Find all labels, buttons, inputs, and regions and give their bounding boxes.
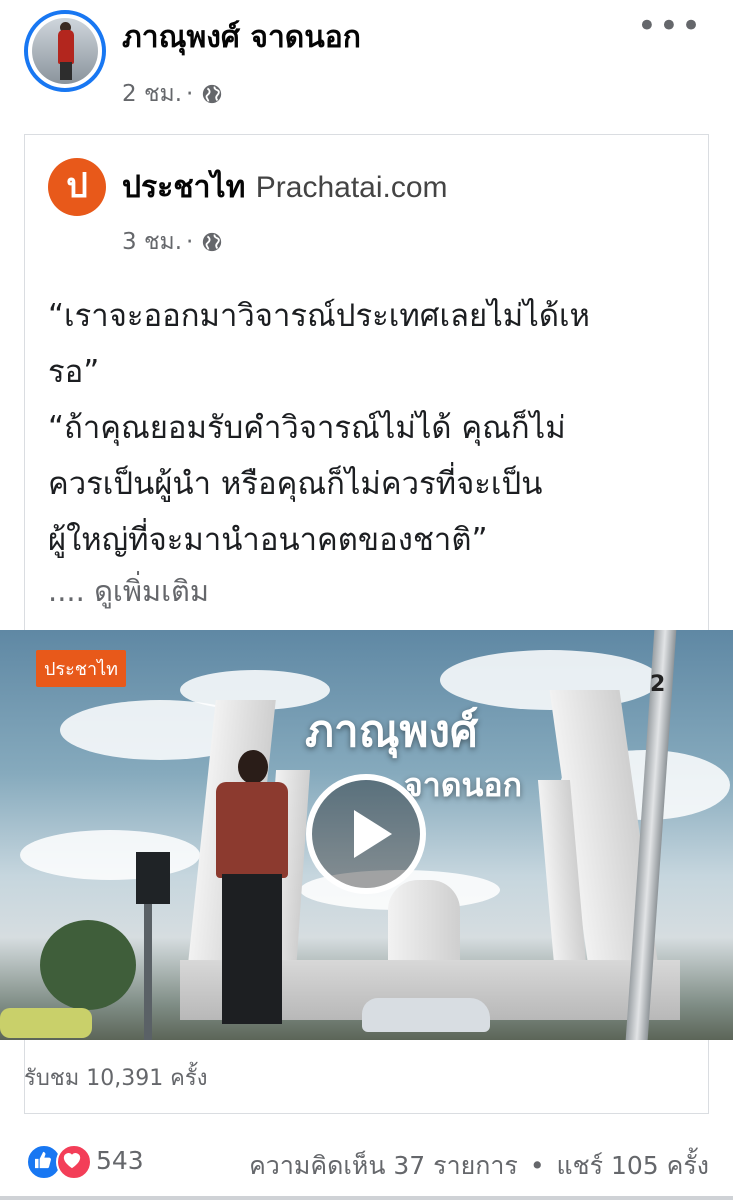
comment-count[interactable]: ความคิดเห็น 37 รายการ bbox=[249, 1151, 518, 1180]
reaction-count[interactable]: 543 bbox=[96, 1146, 144, 1175]
pole-number: 2 bbox=[650, 672, 666, 697]
globe-icon bbox=[203, 84, 222, 104]
reactions[interactable] bbox=[22, 1144, 96, 1180]
video-title: ภาณุพงศ์ bbox=[305, 706, 478, 757]
see-more-link[interactable]: .... ดูเพิ่มเติม bbox=[48, 568, 209, 614]
shared-time[interactable]: 3 ชม. bbox=[122, 224, 182, 260]
post-meta: 2 ชม. · bbox=[122, 76, 223, 112]
share-count[interactable]: แชร์ 105 ครั้ง bbox=[557, 1151, 709, 1180]
post-text-line: ผู้ใหญ่ที่จะมานำอนาคตของชาติ” bbox=[48, 522, 488, 558]
shared-meta: 3 ชม. · bbox=[122, 224, 223, 260]
meta-dot: · bbox=[186, 81, 194, 107]
author-name[interactable]: ภาณุพงศ์ จาดนอก bbox=[122, 14, 361, 61]
love-icon bbox=[56, 1144, 92, 1180]
more-options-icon[interactable]: ••• bbox=[637, 6, 703, 46]
page-logo[interactable]: ป bbox=[48, 158, 106, 216]
post-text-line: “เราจะออกมาวิจารณ์ประเทศเลยไม่ได้เห bbox=[48, 298, 590, 334]
view-count: รับชม 10,391 ครั้ง bbox=[24, 1066, 208, 1091]
video-subtitle: จาดนอก bbox=[404, 766, 522, 804]
post-text-line: “ถ้าคุณยอมรับคำวิจารณ์ไม่ได้ คุณก็ไม่ bbox=[48, 410, 566, 446]
page-name-thai[interactable]: ประชาไท bbox=[122, 170, 245, 205]
divider bbox=[0, 1196, 733, 1200]
post-text: “เราจะออกมาวิจารณ์ประเทศเลยไม่ได้เห รอ” … bbox=[48, 288, 688, 568]
globe-icon bbox=[203, 232, 222, 252]
avatar[interactable] bbox=[32, 18, 98, 84]
post-stats: ความคิดเห็น 37 รายการ • แชร์ 105 ครั้ง bbox=[249, 1146, 709, 1186]
page-name[interactable]: ประชาไท Prachatai.com bbox=[122, 164, 448, 211]
page-name-sub[interactable]: Prachatai.com bbox=[256, 171, 448, 204]
post-text-line: รอ” bbox=[48, 354, 100, 390]
post-text-line: ควรเป็นผู้นำ หรือคุณก็ไม่ควรที่จะเป็น bbox=[48, 466, 543, 502]
meta-dot: · bbox=[186, 229, 194, 255]
video-badge: ประชาไท bbox=[36, 650, 127, 687]
post-time[interactable]: 2 ชม. bbox=[122, 76, 182, 112]
stats-dot: • bbox=[529, 1151, 545, 1180]
play-button-icon[interactable] bbox=[306, 774, 426, 894]
